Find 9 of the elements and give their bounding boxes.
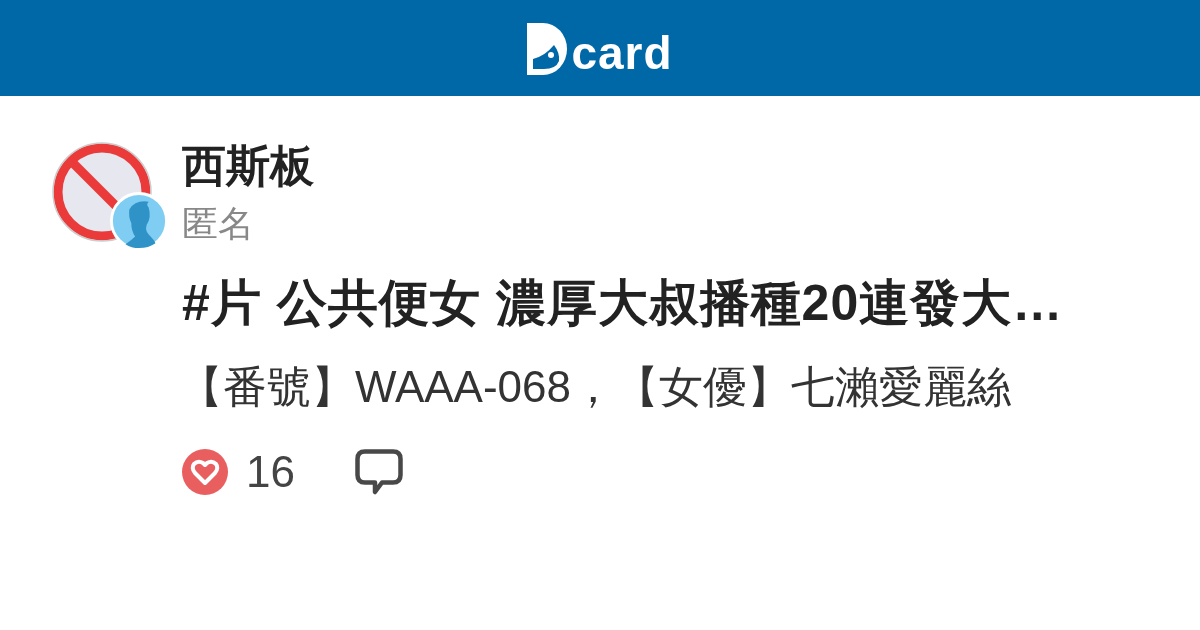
post-excerpt: 【番號】WAAA-068，【女優】七瀨愛麗絲 (179, 363, 1012, 412)
speech-bubble-icon[interactable] (354, 449, 403, 496)
board-name: 西斯板 (182, 142, 314, 191)
like-count: 16 (246, 450, 295, 495)
logo-text: card (571, 30, 673, 76)
post-title: #片 公共便女 濃厚大叔播種20連發大… (182, 276, 1065, 331)
author-name: 匿名 (182, 202, 255, 246)
user-silhouette-avatar (110, 192, 168, 250)
logo-icon (527, 23, 568, 75)
